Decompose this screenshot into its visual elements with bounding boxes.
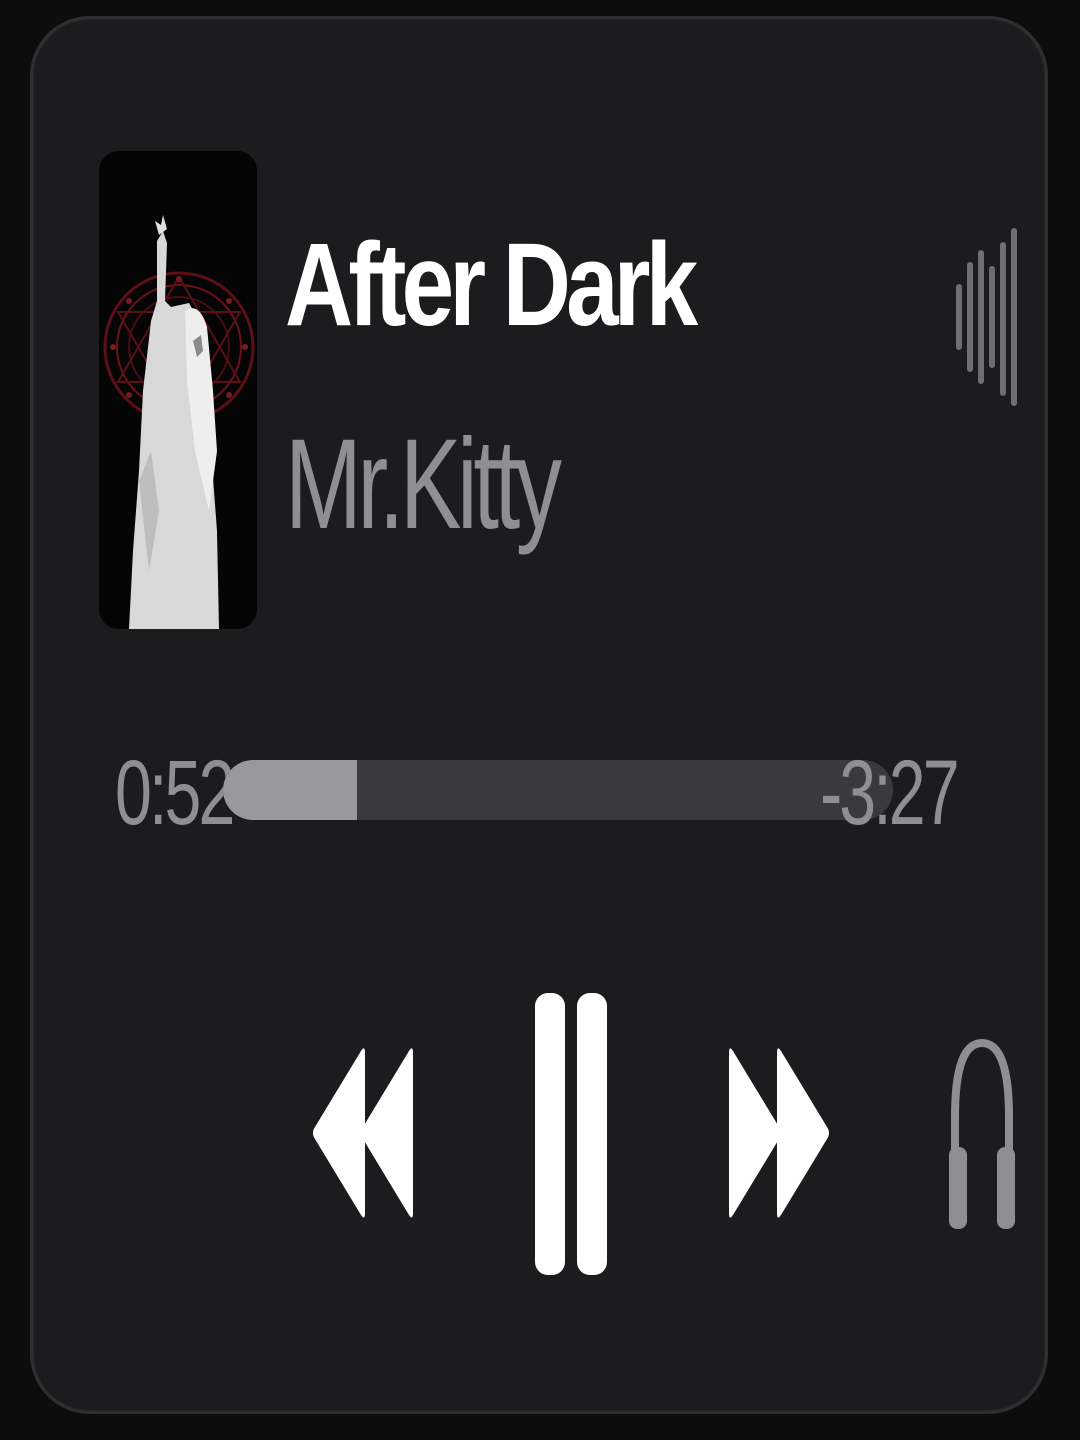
now-playing-widget: After Dark Mr.Kitty 0:52 -3:27 — [30, 16, 1048, 1414]
rewind-button[interactable] — [311, 1045, 415, 1221]
elapsed-time: 0:52 — [115, 742, 235, 844]
pause-button[interactable] — [533, 991, 609, 1277]
remaining-time: -3:27 — [820, 742, 959, 844]
track-artist[interactable]: Mr.Kitty — [285, 411, 562, 558]
track-title: After Dark — [285, 219, 698, 351]
album-artwork-image — [99, 151, 257, 629]
headphones-icon — [949, 1038, 1015, 1229]
audio-output-button[interactable] — [947, 1037, 1017, 1231]
fast-forward-icon — [729, 1048, 829, 1218]
progress-fill — [223, 760, 357, 820]
rewind-icon — [313, 1048, 413, 1218]
album-artwork[interactable] — [99, 151, 257, 629]
progress-scrubber[interactable] — [223, 760, 893, 820]
pause-icon — [535, 993, 607, 1275]
audio-waveform-icon — [953, 225, 1019, 409]
fast-forward-button[interactable] — [727, 1045, 831, 1221]
